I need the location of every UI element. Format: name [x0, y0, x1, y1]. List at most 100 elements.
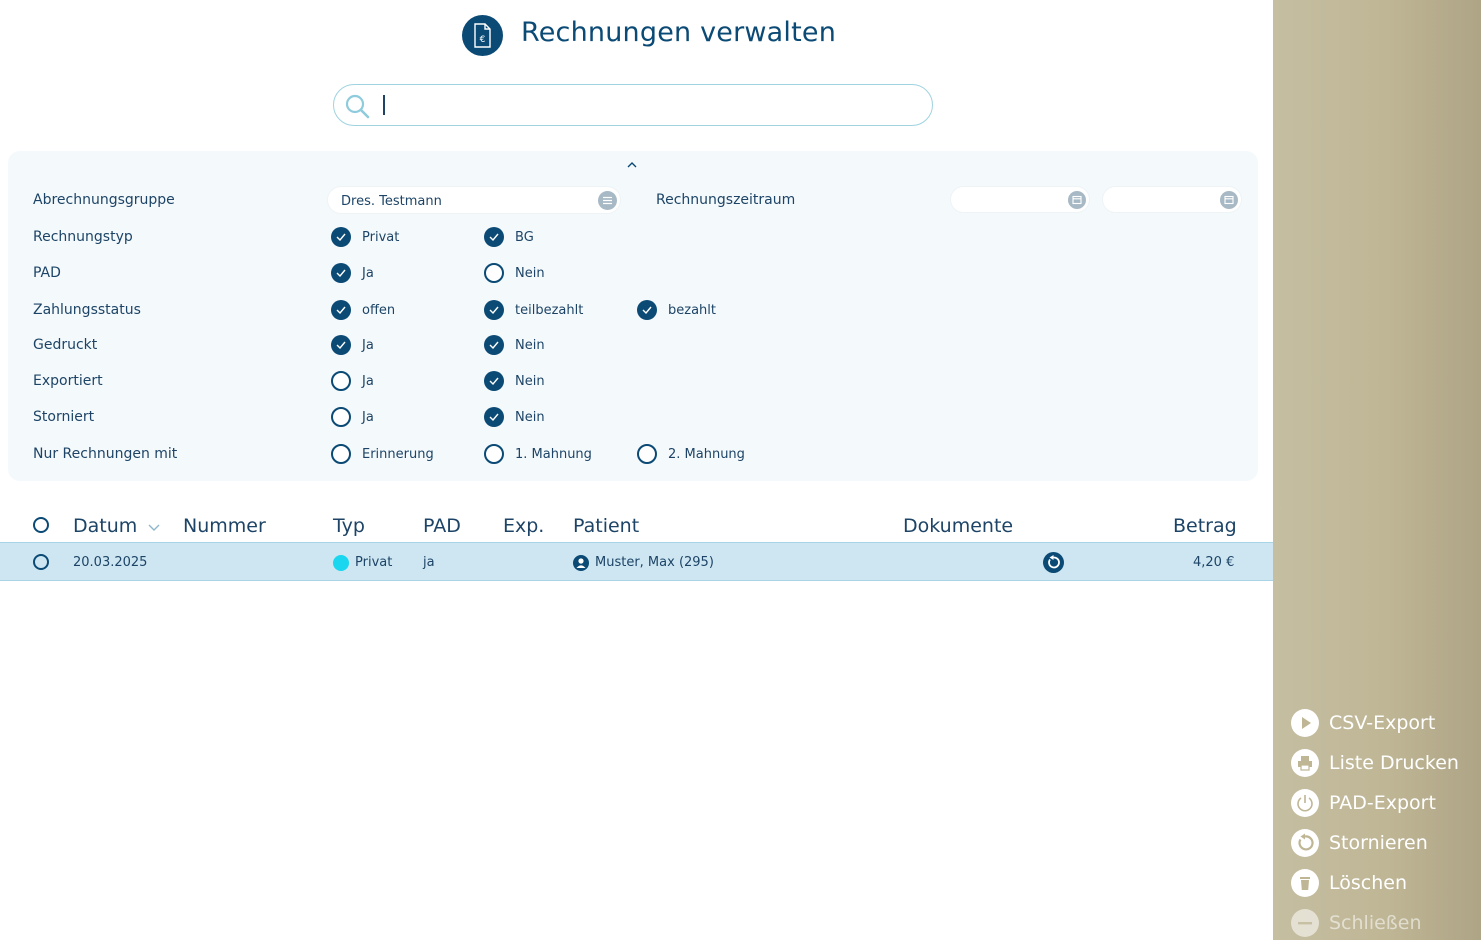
page-title: Rechnungen verwalten [521, 17, 837, 48]
checkbox-gedruckt-nein[interactable]: Nein [484, 335, 545, 355]
person-icon [573, 555, 589, 571]
checkbox-pad-nein[interactable]: Nein [484, 263, 545, 283]
checkbox-erinnerung[interactable]: Erinnerung [331, 444, 434, 464]
date-to-field[interactable] [1102, 186, 1242, 213]
checkbox-storniert-nein[interactable]: Nein [484, 407, 545, 427]
option-label: offen [362, 302, 396, 318]
checkbox-rechnungstyp-bg[interactable]: BG [484, 227, 534, 247]
action-sidebar: CSV-Export Liste Drucken PAD-Export Stor… [1273, 0, 1481, 940]
checked-icon [484, 335, 504, 355]
loeschen-button[interactable]: Löschen [1291, 869, 1407, 897]
filter-label-gedruckt: Gedruckt [33, 337, 98, 353]
unchecked-icon [637, 444, 657, 464]
option-label: Nein [515, 409, 545, 425]
column-header-patient[interactable]: Patient [573, 515, 639, 537]
action-label: Löschen [1329, 872, 1407, 894]
stornieren-button[interactable]: Stornieren [1291, 829, 1428, 857]
filter-label-exportiert: Exportiert [33, 373, 103, 389]
checkbox-zahlungsstatus-bezahlt[interactable]: bezahlt [637, 300, 716, 320]
csv-export-button[interactable]: CSV-Export [1291, 709, 1435, 737]
checkbox-exportiert-nein[interactable]: Nein [484, 371, 545, 391]
column-header-betrag[interactable]: Betrag [1173, 515, 1237, 537]
checkbox-gedruckt-ja[interactable]: Ja [331, 335, 374, 355]
column-label: Datum [73, 515, 138, 537]
column-header-typ[interactable]: Typ [333, 515, 365, 537]
list-icon[interactable] [598, 191, 617, 210]
trash-icon [1291, 869, 1319, 897]
column-header-dokumente[interactable]: Dokumente [903, 515, 1013, 537]
chevron-up-icon[interactable] [624, 156, 640, 168]
option-label: Ja [362, 337, 374, 353]
rechnungszeitraum-label: Rechnungszeitraum [656, 192, 796, 208]
abrechnungsgruppe-select[interactable]: Dres. Testmann [327, 186, 621, 214]
checked-icon [484, 371, 504, 391]
checked-icon [331, 227, 351, 247]
action-label: Liste Drucken [1329, 752, 1459, 774]
unchecked-icon [331, 407, 351, 427]
option-label: 2. Mahnung [668, 446, 745, 462]
undo-icon [1291, 829, 1319, 857]
checkbox-exportiert-ja[interactable]: Ja [331, 371, 374, 391]
checkbox-rechnungstyp-privat[interactable]: Privat [331, 227, 399, 247]
unchecked-icon [484, 263, 504, 283]
filter-label-pad: PAD [33, 265, 61, 281]
liste-drucken-button[interactable]: Liste Drucken [1291, 749, 1459, 777]
invoice-euro-icon: € [462, 15, 503, 56]
date-from-field[interactable] [950, 186, 1090, 213]
column-header-pad[interactable]: PAD [423, 515, 461, 537]
checkbox-pad-ja[interactable]: Ja [331, 263, 374, 283]
checked-icon [484, 227, 504, 247]
option-label: bezahlt [668, 302, 716, 318]
select-all-radio[interactable] [33, 517, 49, 533]
chevron-down-icon [147, 516, 161, 538]
option-label: Erinnerung [362, 446, 434, 462]
abrechnungsgruppe-label: Abrechnungsgruppe [33, 192, 175, 208]
text-cursor [383, 95, 385, 115]
search-input[interactable] [378, 93, 918, 117]
checked-icon [637, 300, 657, 320]
pad-export-button[interactable]: PAD-Export [1291, 789, 1436, 817]
calendar-icon[interactable] [1220, 191, 1238, 209]
cell-pad: ja [423, 555, 435, 570]
cell-typ: Privat [355, 555, 393, 570]
checked-icon [331, 263, 351, 283]
main-content: € Rechnungen verwalten Abrechnungsgruppe… [0, 0, 1273, 940]
column-header-exp[interactable]: Exp. [503, 515, 544, 537]
column-header-datum[interactable]: Datum [73, 515, 161, 538]
cell-patient[interactable]: Muster, Max (295) [595, 555, 714, 570]
undo-icon[interactable] [1043, 552, 1064, 573]
checkbox-zahlungsstatus-teilbezahlt[interactable]: teilbezahlt [484, 300, 583, 320]
cell-datum: 20.03.2025 [73, 555, 148, 570]
checked-icon [331, 300, 351, 320]
option-label: Nein [515, 265, 545, 281]
row-select-radio[interactable] [33, 554, 49, 570]
search-icon [342, 91, 372, 125]
play-icon [1291, 709, 1319, 737]
abrechnungsgruppe-value: Dres. Testmann [341, 194, 442, 209]
type-indicator-dot [333, 555, 349, 571]
option-label: Ja [362, 265, 374, 281]
option-label: Nein [515, 373, 545, 389]
column-header-nummer[interactable]: Nummer [183, 515, 266, 537]
checkbox-1-mahnung[interactable]: 1. Mahnung [484, 444, 592, 464]
checkbox-zahlungsstatus-offen[interactable]: offen [331, 300, 395, 320]
checkbox-storniert-ja[interactable]: Ja [331, 407, 374, 427]
option-label: BG [515, 229, 534, 245]
calendar-icon[interactable] [1068, 191, 1086, 209]
table-row[interactable]: 20.03.2025 Privat ja Muster, Max (295) 4… [0, 542, 1273, 581]
option-label: Ja [362, 409, 374, 425]
checked-icon [484, 300, 504, 320]
option-label: teilbezahlt [515, 302, 584, 318]
checkbox-2-mahnung[interactable]: 2. Mahnung [637, 444, 745, 464]
unchecked-icon [331, 371, 351, 391]
svg-text:€: € [480, 35, 486, 45]
schliessen-button[interactable]: Schließen [1291, 909, 1422, 937]
filter-label-storniert: Storniert [33, 409, 95, 425]
option-label: Nein [515, 337, 545, 353]
filter-label-nur-rechnungen-mit: Nur Rechnungen mit [33, 446, 178, 462]
search-box[interactable] [333, 84, 933, 126]
printer-icon [1291, 749, 1319, 777]
option-label: Privat [362, 229, 400, 245]
action-label: CSV-Export [1329, 712, 1436, 734]
option-label: 1. Mahnung [515, 446, 592, 462]
